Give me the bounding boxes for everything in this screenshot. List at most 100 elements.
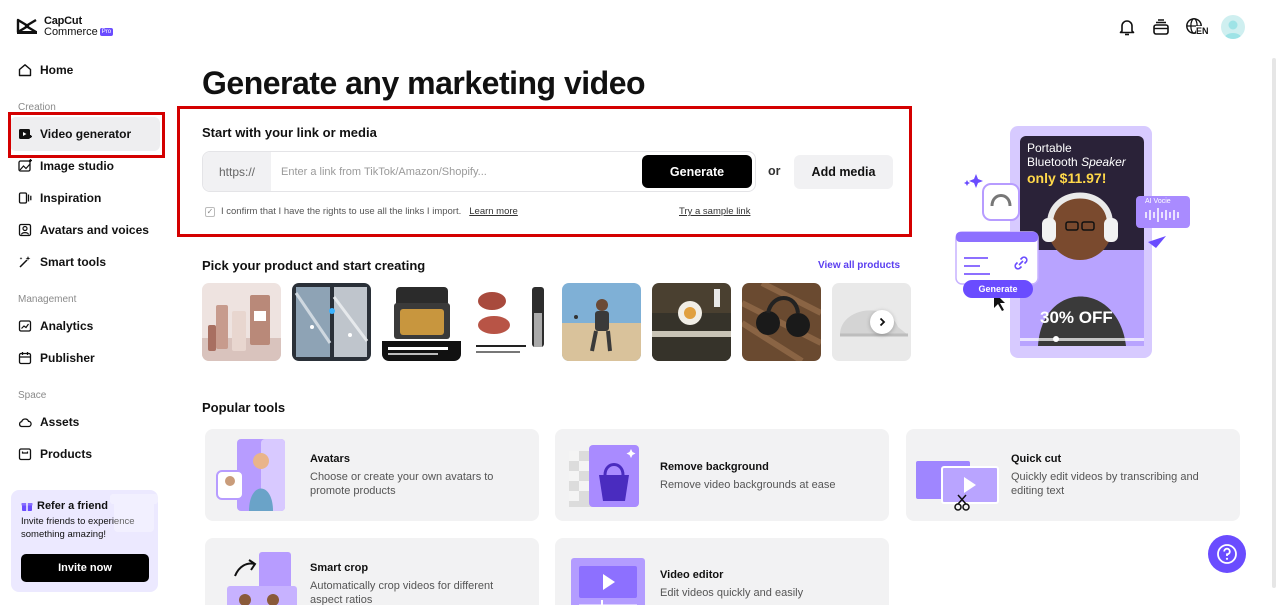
tool-card-avatars[interactable]: Avatars Choose or create your own avatar… bbox=[205, 429, 539, 521]
analytics-icon bbox=[18, 320, 32, 332]
chevron-right-icon bbox=[879, 317, 886, 327]
view-all-products-link[interactable]: View all products bbox=[818, 260, 900, 271]
product-thumbnail[interactable] bbox=[652, 283, 731, 361]
tool-title: Video editor bbox=[660, 569, 724, 581]
table-setting-image bbox=[652, 283, 731, 361]
sidebar-item-home[interactable]: Home bbox=[10, 53, 160, 87]
tool-card-smart-crop[interactable]: Smart crop Automatically crop videos for… bbox=[205, 538, 539, 605]
hero-generate-pill: Generate bbox=[963, 280, 1033, 298]
beach-person-image bbox=[562, 283, 641, 361]
cosmetics-image bbox=[202, 283, 281, 361]
inspiration-icon bbox=[18, 192, 32, 204]
hero-discount: 30% OFF bbox=[1040, 308, 1113, 327]
app-page: CapCut Commerce Pro Home Creation Video g… bbox=[0, 0, 1277, 605]
user-avatar[interactable] bbox=[1221, 15, 1245, 39]
product-thumbnail[interactable] bbox=[202, 283, 281, 361]
avatar-person-icon bbox=[1224, 20, 1242, 39]
tool-title: Smart crop bbox=[310, 562, 369, 574]
capcut-logo-icon bbox=[16, 18, 37, 34]
product-box-icon bbox=[18, 448, 32, 461]
bell-icon[interactable] bbox=[1117, 17, 1137, 37]
stack-icon[interactable] bbox=[1151, 17, 1171, 37]
tool-title: Remove background bbox=[660, 461, 769, 473]
highlight-box-main bbox=[177, 106, 912, 237]
product-thumbnail[interactable] bbox=[562, 283, 641, 361]
hero-line2: Bluetooth bbox=[1027, 155, 1078, 169]
tool-card-remove-background[interactable]: Remove background Remove video backgroun… bbox=[555, 429, 889, 521]
header-actions: EN bbox=[1117, 15, 1245, 39]
hero-line1: Portable bbox=[1027, 141, 1072, 155]
gift-decor-icon bbox=[110, 494, 158, 532]
magic-wand-icon bbox=[19, 256, 31, 268]
help-button[interactable] bbox=[1208, 535, 1246, 573]
sidebar: CapCut Commerce Pro Home Creation Video g… bbox=[0, 0, 172, 605]
tool-description: Choose or create your own avatars to pro… bbox=[310, 471, 494, 497]
tool-description: Remove video backgrounds at ease bbox=[660, 479, 836, 491]
tech-product-image bbox=[292, 283, 371, 361]
air-fryer-image bbox=[382, 283, 461, 361]
popular-tools-label: Popular tools bbox=[202, 400, 286, 415]
sidebar-item-products[interactable]: Products bbox=[10, 437, 160, 471]
section-label-management: Management bbox=[18, 294, 77, 305]
hero-illustration: Portable Bluetooth Speaker only $11.97! … bbox=[950, 120, 1200, 370]
link-icon bbox=[1014, 256, 1028, 270]
sidebar-item-publisher[interactable]: Publisher bbox=[10, 341, 160, 375]
image-plus-icon bbox=[18, 159, 32, 172]
language-code: EN bbox=[1196, 26, 1209, 36]
section-label-space: Space bbox=[18, 390, 47, 401]
product-thumbnail[interactable] bbox=[382, 283, 461, 361]
headphones-image bbox=[742, 283, 821, 361]
refer-title-text: Refer a friend bbox=[37, 500, 108, 512]
tool-description: Automatically crop videos for different … bbox=[310, 580, 494, 605]
sidebar-item-label: Publisher bbox=[40, 351, 95, 365]
tool-card-video-editor[interactable]: Video editor Edit videos quickly and eas… bbox=[555, 538, 889, 605]
sidebar-item-label: Home bbox=[40, 63, 74, 77]
sidebar-item-label: Products bbox=[40, 447, 93, 461]
brand-name: CapCut Commerce Pro bbox=[44, 16, 114, 38]
hero-price: only $11.97! bbox=[1027, 170, 1107, 186]
sidebar-item-avatars-voices[interactable]: Avatars and voices bbox=[10, 213, 160, 247]
sidebar-item-inspiration[interactable]: Inspiration bbox=[10, 181, 160, 215]
sidebar-item-label: Smart tools bbox=[40, 255, 107, 269]
hero-ai-voice-label: AI Vocie bbox=[1145, 198, 1171, 205]
highlight-box-sidebar bbox=[8, 112, 165, 158]
tool-title: Quick cut bbox=[1011, 453, 1062, 465]
gift-icon bbox=[21, 503, 33, 511]
page-scrollbar[interactable] bbox=[1272, 58, 1276, 588]
question-icon bbox=[1217, 544, 1237, 564]
quick-cut-illustration bbox=[916, 461, 999, 511]
tool-title: Avatars bbox=[310, 453, 350, 465]
sidebar-item-assets[interactable]: Assets bbox=[10, 405, 160, 439]
product-thumbnail[interactable] bbox=[472, 283, 551, 361]
product-thumbnails bbox=[202, 283, 911, 361]
refer-friend-card: Refer a friend Invite friends to experie… bbox=[11, 490, 158, 592]
tool-description: Quickly edit videos by transcribing and … bbox=[1011, 471, 1199, 497]
sidebar-item-smart-tools[interactable]: Smart tools bbox=[10, 245, 160, 279]
smart-crop-illustration bbox=[227, 552, 297, 605]
carousel-next-button[interactable] bbox=[870, 310, 894, 334]
pick-product-label: Pick your product and start creating bbox=[202, 258, 426, 273]
product-thumbnail[interactable] bbox=[292, 283, 371, 361]
video-editor-illustration bbox=[571, 558, 645, 605]
invite-now-button[interactable]: Invite now bbox=[21, 554, 149, 582]
hero-product-name: Portable Bluetooth Speaker bbox=[1027, 141, 1126, 169]
tool-description: Edit videos quickly and easily bbox=[660, 587, 804, 599]
remove-bg-illustration bbox=[569, 445, 639, 507]
sidebar-item-label: Image studio bbox=[40, 159, 115, 173]
product-thumbnail[interactable] bbox=[742, 283, 821, 361]
tool-card-quick-cut[interactable]: Quick cut Quickly edit videos by transcr… bbox=[906, 429, 1240, 521]
home-icon bbox=[18, 64, 32, 77]
sidebar-item-analytics[interactable]: Analytics bbox=[10, 309, 160, 343]
language-switcher[interactable]: EN bbox=[1185, 17, 1209, 37]
cloud-icon bbox=[18, 418, 32, 428]
brand-line2: Commerce bbox=[44, 26, 98, 38]
sous-vide-image bbox=[472, 283, 551, 361]
hero-line2b: Speaker bbox=[1081, 155, 1126, 169]
brand-logo[interactable]: CapCut Commerce Pro bbox=[16, 16, 114, 38]
sidebar-item-label: Inspiration bbox=[40, 191, 102, 205]
pro-badge: Pro bbox=[99, 28, 114, 37]
sidebar-item-label: Analytics bbox=[40, 319, 94, 333]
avatars-illustration bbox=[216, 439, 285, 511]
sidebar-item-label: Assets bbox=[40, 415, 80, 429]
sidebar-item-label: Avatars and voices bbox=[40, 223, 149, 237]
